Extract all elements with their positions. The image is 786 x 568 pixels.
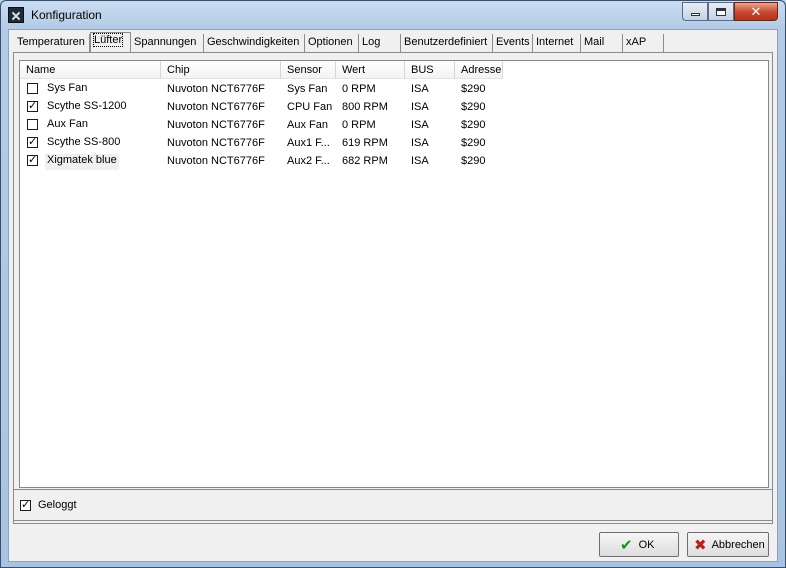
checkmark-icon: ✔ [620, 535, 633, 554]
value-cell: 0 RPM [342, 119, 376, 131]
fan-name: Xigmatek blue [45, 154, 119, 170]
tab-label: Spannungen [134, 36, 197, 48]
chip-cell: Nuvoton NCT6776F [167, 119, 265, 131]
name-cell: Aux Fan [20, 116, 161, 134]
tab-label: Internet [536, 36, 574, 48]
fan-name: Scythe SS-1200 [47, 100, 127, 112]
address-cell: $290 [461, 137, 486, 149]
value-cell: 800 RPM [342, 101, 388, 113]
column-header-adresse[interactable]: Adresse [455, 61, 503, 79]
tab-label: Log [362, 36, 381, 48]
cancel-button[interactable]: ✖ Abbrechen [687, 532, 769, 557]
tab-log[interactable]: Log [359, 34, 401, 53]
row-checkbox[interactable] [27, 153, 38, 166]
bus-cell: ISA [411, 155, 429, 167]
column-header-wert[interactable]: Wert [336, 61, 405, 79]
tab-label: Temperaturen [17, 36, 85, 48]
caption-buttons: ✕ [682, 2, 778, 21]
logged-checkbox[interactable] [20, 498, 31, 511]
sensor-cell: Aux Fan [287, 119, 328, 131]
row-checkbox[interactable] [27, 119, 38, 130]
sensor-cell: Aux1 F... [287, 137, 330, 149]
logged-label: Geloggt [38, 499, 77, 511]
tab-luefter[interactable]: Lüfter [90, 32, 131, 52]
sensor-cell: CPU Fan [287, 101, 333, 113]
bus-cell: ISA [411, 137, 429, 149]
fan-name: Sys Fan [47, 82, 88, 94]
tab-label: xAP [626, 36, 647, 48]
tab-spannungen[interactable]: Spannungen [131, 34, 204, 53]
address-cell: $290 [461, 119, 486, 131]
config-window: Konfiguration ✕ Temperaturen Lüfter Span… [0, 0, 786, 568]
tab-label: Optionen [308, 36, 353, 48]
maximize-button[interactable] [708, 2, 734, 21]
fan-list[interactable]: Name Chip Sensor Wert BUS Adresse Sys Fa… [19, 60, 769, 488]
row-checkbox[interactable] [27, 135, 38, 148]
name-cell: Scythe SS-1200 [20, 98, 161, 116]
cancel-label: Abbrechen [711, 538, 765, 551]
title-bar[interactable]: Konfiguration ✕ [1, 1, 785, 29]
chip-cell: Nuvoton NCT6776F [167, 155, 265, 167]
close-button[interactable]: ✕ [734, 2, 778, 21]
table-row[interactable]: Sys Fan Nuvoton NCT6776F Sys Fan 0 RPM I… [20, 80, 503, 98]
value-cell: 682 RPM [342, 155, 388, 167]
name-cell: Sys Fan [20, 80, 161, 98]
tab-temperaturen[interactable]: Temperaturen [14, 34, 90, 53]
logging-panel: Geloggt [13, 489, 773, 521]
tab-xap[interactable]: xAP [623, 34, 664, 53]
fan-name: Scythe SS-800 [47, 136, 121, 148]
address-cell: $290 [461, 155, 486, 167]
bus-cell: ISA [411, 119, 429, 131]
chip-cell: Nuvoton NCT6776F [167, 137, 265, 149]
chip-cell: Nuvoton NCT6776F [167, 101, 265, 113]
sensor-cell: Aux2 F... [287, 155, 330, 167]
list-header: Name Chip Sensor Wert BUS Adresse [20, 61, 503, 79]
ok-button[interactable]: ✔ OK [599, 532, 679, 557]
address-cell: $290 [461, 101, 486, 113]
tab-geschwindigkeiten[interactable]: Geschwindigkeiten [204, 34, 305, 53]
column-header-bus[interactable]: BUS [405, 61, 455, 79]
minimize-button[interactable] [682, 2, 708, 21]
ok-label: OK [638, 538, 655, 551]
tab-benutzerdefiniert[interactable]: Benutzerdefiniert [401, 34, 493, 53]
bus-cell: ISA [411, 83, 429, 95]
app-icon [8, 7, 24, 23]
address-cell: $290 [461, 83, 486, 95]
row-checkbox[interactable] [27, 83, 38, 94]
x-icon: ✖ [694, 535, 707, 554]
tab-strip: Temperaturen Lüfter Spannungen Geschwind… [14, 32, 664, 53]
row-checkbox[interactable] [27, 99, 38, 112]
tab-mail[interactable]: Mail [581, 34, 623, 53]
chip-cell: Nuvoton NCT6776F [167, 83, 265, 95]
table-row[interactable]: Scythe SS-1200 Nuvoton NCT6776F CPU Fan … [20, 98, 503, 116]
tab-label: Benutzerdefiniert [404, 36, 488, 48]
bus-cell: ISA [411, 101, 429, 113]
table-row[interactable]: Xigmatek blue Nuvoton NCT6776F Aux2 F...… [20, 152, 503, 170]
column-header-chip[interactable]: Chip [161, 61, 281, 79]
tab-optionen[interactable]: Optionen [305, 34, 359, 53]
sensor-cell: Sys Fan [287, 83, 328, 95]
value-cell: 619 RPM [342, 137, 388, 149]
value-cell: 0 RPM [342, 83, 376, 95]
tab-label: Geschwindigkeiten [207, 36, 300, 48]
tab-events[interactable]: Events [493, 34, 533, 53]
name-cell: Scythe SS-800 [20, 134, 161, 152]
tab-label: Mail [584, 36, 605, 48]
fan-name: Aux Fan [47, 118, 88, 130]
table-row[interactable]: Aux Fan Nuvoton NCT6776F Aux Fan 0 RPM I… [20, 116, 503, 134]
name-cell: Xigmatek blue [20, 152, 161, 170]
column-header-sensor[interactable]: Sensor [281, 61, 336, 79]
logged-option[interactable]: Geloggt [20, 498, 77, 511]
tab-panel-luefter: Name Chip Sensor Wert BUS Adresse Sys Fa… [13, 52, 773, 524]
tab-label: Events [496, 36, 530, 48]
close-icon: ✕ [750, 3, 762, 19]
dialog-client: Temperaturen Lüfter Spannungen Geschwind… [8, 29, 778, 562]
table-row[interactable]: Scythe SS-800 Nuvoton NCT6776F Aux1 F...… [20, 134, 503, 152]
maximize-icon [716, 7, 726, 16]
tab-label: Lüfter [92, 33, 124, 47]
minimize-icon [690, 13, 700, 16]
window-title: Konfiguration [31, 8, 102, 22]
tab-internet[interactable]: Internet [533, 34, 581, 53]
column-header-name[interactable]: Name [20, 61, 161, 79]
